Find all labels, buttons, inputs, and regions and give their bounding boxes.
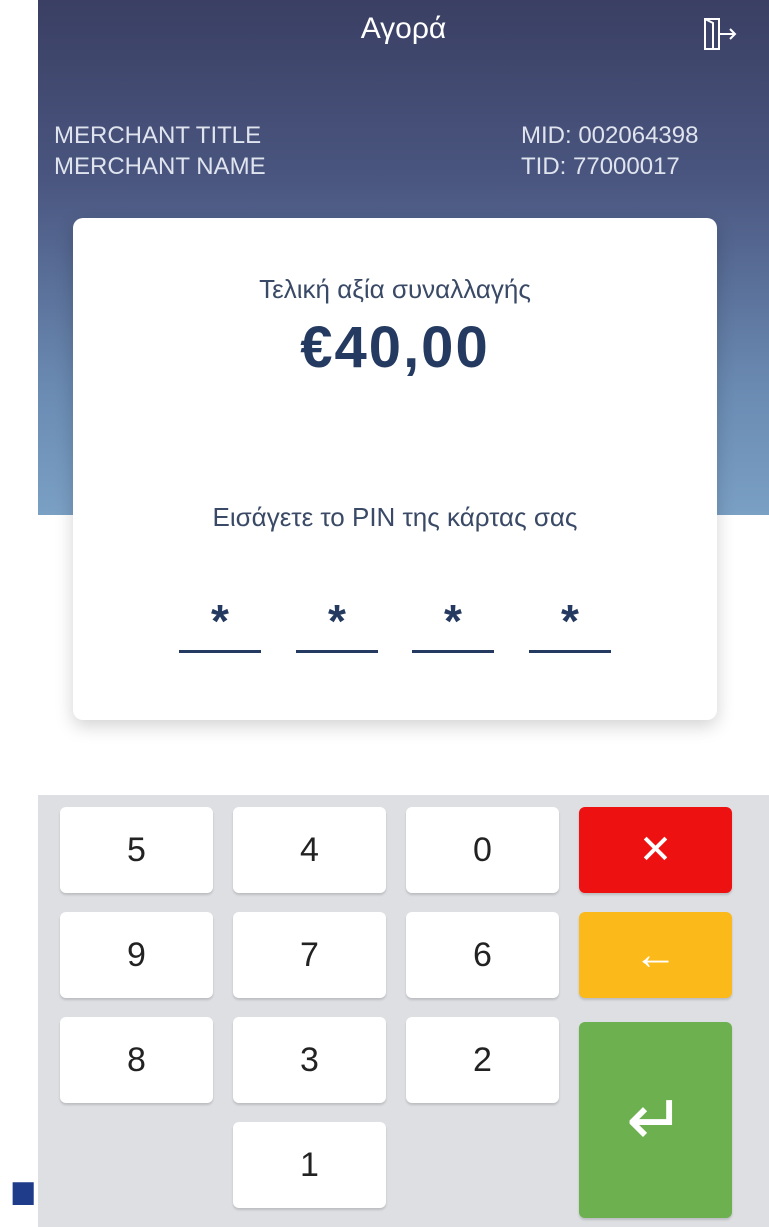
key-6[interactable]: 6: [406, 912, 559, 998]
pin-digit: *: [529, 588, 611, 653]
step-number-overlay: 5.: [0, 1102, 40, 1227]
pin-input[interactable]: * * * *: [179, 588, 619, 658]
amount-value: €40,00: [300, 315, 490, 380]
merchant-id: MID: 002064398: [521, 122, 699, 149]
key-4[interactable]: 4: [233, 807, 386, 893]
merchant-title: MERCHANT TITLE: [54, 122, 262, 149]
key-2[interactable]: 2: [406, 1017, 559, 1103]
key-7[interactable]: 7: [233, 912, 386, 998]
key-0[interactable]: 0: [406, 807, 559, 893]
keypad: 5 4 0 ✕ 9 7 6 ← 8 3 2 ↵ 1: [38, 795, 769, 1227]
merchant-name: MERCHANT NAME: [54, 153, 266, 180]
pin-label: Εισάγετε το PIN της κάρτας σας: [212, 502, 578, 532]
key-3[interactable]: 3: [233, 1017, 386, 1103]
amount-label: Τελική αξία συναλλαγής: [259, 274, 531, 304]
terminal-info: MID: 002064398 TID: 77000017: [521, 120, 761, 182]
merchant-info: MERCHANT TITLE MERCHANT NAME: [54, 120, 266, 182]
logout-icon[interactable]: [699, 16, 739, 52]
pin-digit: *: [296, 588, 378, 653]
enter-button[interactable]: ↵: [579, 1022, 732, 1218]
key-1[interactable]: 1: [233, 1122, 386, 1208]
transaction-card: Τελική αξία συναλλαγής €40,00 Εισάγετε τ…: [73, 218, 717, 720]
cancel-button[interactable]: ✕: [579, 807, 732, 893]
pos-screen: Αγορά MERCHANT TITLE MERCHANT NAME MID: …: [38, 0, 769, 1227]
page-title: Αγορά: [360, 12, 447, 45]
pin-digit: *: [412, 588, 494, 653]
key-9[interactable]: 9: [60, 912, 213, 998]
step-number: 5.: [0, 1102, 40, 1227]
backspace-button[interactable]: ←: [579, 912, 732, 998]
key-8[interactable]: 8: [60, 1017, 213, 1103]
key-5[interactable]: 5: [60, 807, 213, 893]
terminal-id: TID: 77000017: [521, 153, 680, 180]
pin-digit: *: [179, 588, 261, 653]
